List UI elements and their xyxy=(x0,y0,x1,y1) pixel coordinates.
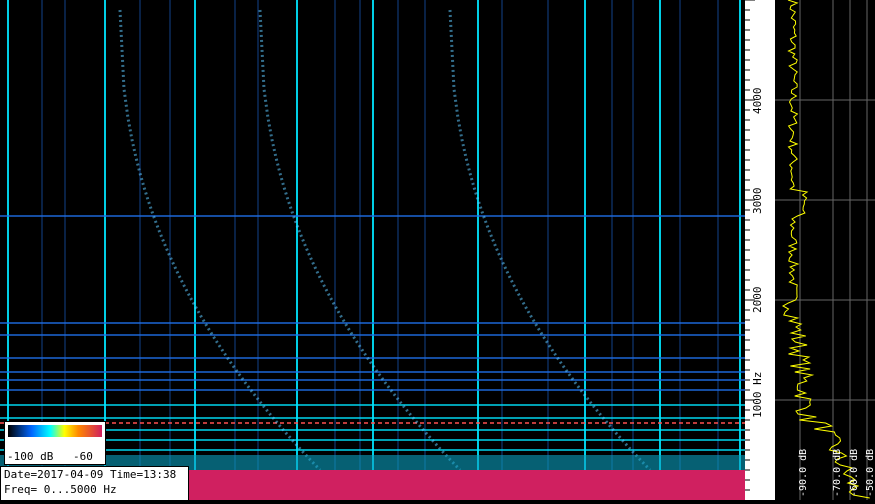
db-label-50: -50.0 dB xyxy=(865,448,875,497)
axis-ticks xyxy=(745,0,755,491)
frequency-axis: 1000 Hz 2000 3000 4000 xyxy=(745,0,775,500)
spectrogram-plot xyxy=(0,0,745,500)
spectrogram-panel xyxy=(0,0,745,500)
legend-max-label: -60 xyxy=(73,450,93,463)
spectrum-trace xyxy=(775,0,875,500)
info-box: Date=2017-04-09 Time=13:38 Freq= 0...500… xyxy=(0,466,189,501)
freq-range-label: Freq= 0...5000 Hz xyxy=(4,483,117,496)
color-scale-bar xyxy=(8,425,102,437)
db-label-70: -70.0 dB xyxy=(832,448,843,497)
db-label-60: -60.0 dB xyxy=(849,448,860,497)
whistler-trace xyxy=(118,9,322,472)
color-scale-legend: -100 dB -60 xyxy=(4,421,106,465)
date-time-label: Date=2017-04-09 Time=13:38 xyxy=(4,468,177,481)
legend-min-label: -100 dB xyxy=(7,450,54,463)
spectrum-panel: -90.0 dB -70.0 dB -60.0 dB -50.0 dB xyxy=(775,0,875,500)
whistler-trace xyxy=(448,9,652,472)
db-label-90: -90.0 dB xyxy=(798,448,809,497)
spectrum-line xyxy=(781,0,870,499)
